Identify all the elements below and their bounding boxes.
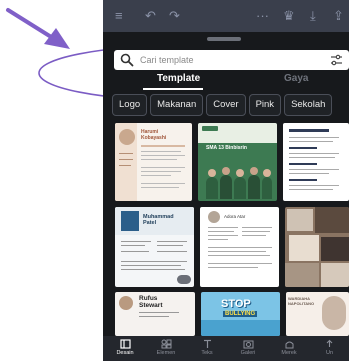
cv-name: Adora Atar [224, 214, 246, 219]
design-icon [119, 339, 131, 349]
canva-app: ≡ ↶ ↷ ··· ♛ ⤓ ⇪ Template Gaya LogoMakana… [103, 0, 349, 361]
template-card-school[interactable]: SMA 13 Binbisrin [198, 123, 277, 201]
download-icon[interactable]: ⤓ [310, 9, 316, 23]
search-icon [120, 53, 134, 67]
nav-elemen[interactable]: Elemen [146, 336, 186, 361]
nav-merek[interactable]: Merek [269, 336, 309, 361]
menu-icon[interactable]: ≡ [115, 9, 123, 23]
chip-cover[interactable]: Cover [206, 94, 246, 116]
template-card-wedding[interactable]: WARDIAHA NAPOLITANO [286, 292, 349, 336]
elements-icon [161, 339, 171, 349]
nav-teks[interactable]: Teks [187, 336, 227, 361]
nav-unggahan-label: Un [325, 350, 334, 356]
nav-desain[interactable]: Desain [105, 336, 145, 361]
drag-handle[interactable] [207, 37, 241, 41]
template-card-cv-adora[interactable]: Adora Atar [200, 207, 279, 287]
active-tab-indicator [143, 88, 203, 90]
tab-gaya[interactable]: Gaya [284, 73, 308, 84]
template-card-cv-muhammad[interactable]: Muhammad Patel [115, 207, 194, 287]
template-card-photo-collage[interactable] [285, 207, 349, 287]
annotation-arrow-icon [6, 8, 70, 49]
poster-title: STOP [221, 298, 251, 310]
gallery-icon [243, 340, 253, 349]
search-input[interactable] [140, 50, 310, 70]
nav-elemen-label: Elemen [156, 350, 176, 356]
chip-makanan[interactable]: Makanan [150, 94, 204, 116]
top-toolbar: ≡ ↶ ↷ ··· ♛ ⤓ ⇪ [103, 0, 349, 32]
poster-subtitle: BULLYING [223, 311, 258, 317]
nav-teks-label: Teks [201, 350, 213, 356]
undo-icon[interactable]: ↶ [145, 9, 156, 23]
cv-name-last: Patel [143, 220, 157, 226]
school-title: SMA 13 Binbisrin [206, 145, 247, 151]
cv-name-last: Kobayashi [141, 135, 167, 141]
template-card-cv-blue[interactable] [283, 123, 349, 201]
template-card-cv-harumi[interactable]: Harumi Kobayashi [115, 123, 192, 201]
redo-icon[interactable]: ↷ [169, 9, 180, 23]
brand-icon [285, 341, 293, 349]
search-bar [114, 50, 349, 70]
upload-icon [326, 339, 333, 347]
share-icon[interactable]: ⇪ [333, 9, 344, 23]
cv-name-last: Stewart [139, 302, 163, 309]
nav-unggahan[interactable]: Un [310, 336, 349, 361]
nav-galeri-label: Galeri [240, 350, 256, 356]
chip-pink[interactable]: Pink [248, 94, 282, 116]
template-card-cv-rufus[interactable]: Rufus Stewart [115, 292, 195, 336]
cv-name-first: Rufus [139, 295, 158, 302]
tab-template[interactable]: Template [157, 73, 200, 84]
crown-icon[interactable]: ♛ [283, 9, 295, 23]
category-chips: Logo Makanan Cover Pink Sekolah [112, 94, 335, 116]
text-icon [203, 339, 211, 348]
more-icon[interactable]: ··· [256, 9, 269, 23]
nav-merek-label: Merek [281, 350, 297, 356]
chip-logo[interactable]: Logo [112, 94, 148, 116]
template-card-stop-bullying[interactable]: STOP BULLYING [201, 292, 280, 336]
chip-sekolah[interactable]: Sekolah [284, 94, 333, 116]
nav-desain-label: Desain [116, 350, 134, 356]
nav-galeri[interactable]: Galeri [228, 336, 268, 361]
bottom-navigation: Desain Elemen Teks Galeri Merek Un [103, 336, 349, 361]
card-title-line2: NAPOLITANO [288, 301, 315, 306]
filter-icon[interactable] [330, 54, 343, 66]
